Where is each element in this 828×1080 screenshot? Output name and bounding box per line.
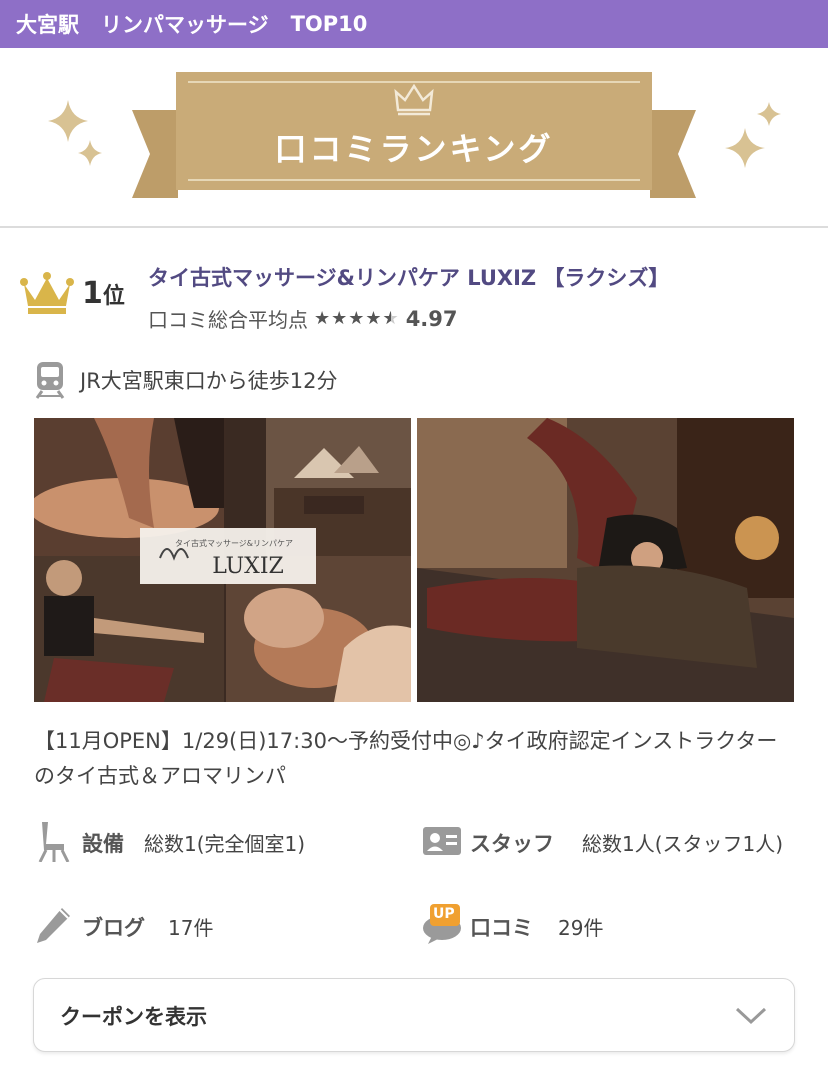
access-info: JR大宮駅東口から徒歩12分: [34, 360, 338, 400]
rank-number: 1位: [82, 276, 125, 311]
access-text: JR大宮駅東口から徒歩12分: [80, 369, 338, 393]
photo-logo-name: LUXIZ: [212, 554, 284, 579]
header-rank-label: TOP10: [290, 12, 368, 36]
shop-header: 1位 タイ古式マッサージ&リンパケア LUXIZ 【ラクシズ】 口コミ総合平均点…: [18, 262, 818, 334]
header-bar: 大宮駅 リンパマッサージ TOP10: [0, 0, 828, 48]
divider: [0, 226, 828, 228]
staff-label: スタッフ: [470, 832, 554, 856]
pencil-icon: [37, 908, 70, 943]
rating-stars: ★★★★★★: [314, 308, 400, 329]
train-icon: [35, 362, 65, 399]
banner-title: 口コミランキング: [274, 130, 553, 168]
blog-info[interactable]: ブログ 17件: [34, 904, 394, 954]
rating-row: 口コミ総合平均点 ★★★★★★ 4.97: [148, 304, 458, 333]
header-station: 大宮駅: [16, 13, 79, 37]
staff-info: スタッフ 総数1人(スタッフ1人): [422, 820, 802, 890]
review-label: 口コミ: [470, 916, 533, 940]
shop-photo-collage[interactable]: タイ古式マッサージ&リンパケア LUXIZ: [34, 418, 411, 702]
review-value: 29件: [558, 916, 604, 940]
shop-description: 【11月OPEN】1/29(日)17:30〜予約受付中◎♪タイ政府認定インストラ…: [34, 729, 778, 788]
ranking-banner: 口コミランキング: [48, 72, 781, 198]
rating-label: 口コミ総合平均点: [148, 308, 308, 332]
review-info[interactable]: UP 口コミ 29件: [422, 904, 802, 954]
staff-value: 総数1人(スタッフ1人): [582, 832, 784, 856]
staff-card-icon: [423, 827, 461, 855]
blog-label: ブログ: [82, 916, 145, 940]
facility-info: 設備 総数1(完全個室1): [34, 820, 394, 890]
chevron-down-icon: [735, 1007, 767, 1025]
coupon-label: クーポンを表示: [60, 1005, 207, 1029]
shop-name-link[interactable]: タイ古式マッサージ&リンパケア LUXIZ 【ラクシズ】: [148, 262, 669, 292]
rating-value: 4.97: [405, 306, 458, 331]
chair-icon: [38, 822, 70, 862]
blog-value: 17件: [168, 916, 214, 940]
coupon-toggle-button[interactable]: クーポンを表示: [33, 978, 795, 1052]
crown-icon: [20, 272, 74, 314]
header-category: リンパマッサージ: [101, 13, 269, 37]
sparkle-icon: [725, 102, 781, 168]
facility-label: 設備: [82, 832, 124, 856]
shop-photos: タイ古式マッサージ&リンパケア LUXIZ: [34, 418, 794, 702]
facility-value: 総数1(完全個室1): [144, 832, 306, 856]
shop-photo-stretch[interactable]: [417, 418, 794, 702]
review-up-badge: UP: [433, 906, 455, 922]
photo-logo-tagline: タイ古式マッサージ&リンパケア: [175, 538, 293, 548]
sparkle-icon: [48, 100, 102, 166]
